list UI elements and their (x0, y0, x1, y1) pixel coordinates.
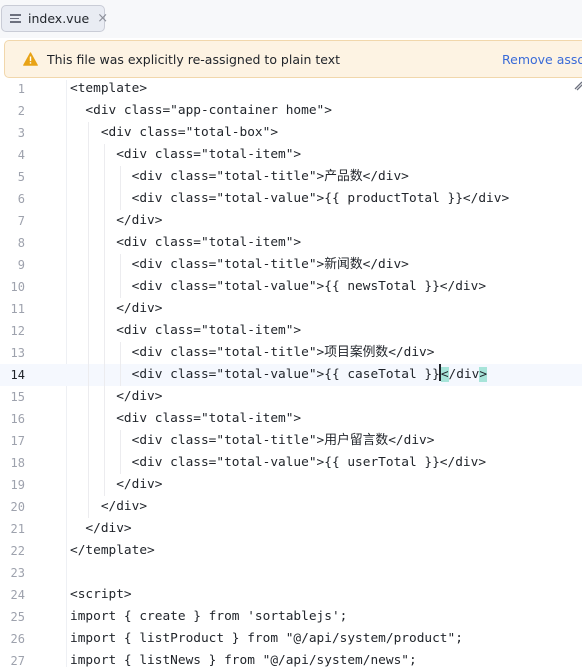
line-number: 1 (17, 82, 25, 96)
code-line[interactable]: 4 <div class="total-item"> (0, 144, 582, 166)
plain-text-notification-banner: This file was explicitly re-assigned to … (4, 40, 582, 78)
code-line[interactable]: 10 <div class="total-value">{{ newsTotal… (0, 276, 582, 298)
code-line[interactable]: 22 </template> (0, 540, 582, 562)
banner-message: This file was explicitly re-assigned to … (47, 51, 341, 67)
code-text: <div class="total-box"> (70, 125, 279, 140)
line-number: 9 (17, 258, 25, 272)
line-number: 26 (10, 632, 25, 646)
line-number: 5 (17, 170, 25, 184)
tab-index-vue[interactable]: index.vue × (1, 5, 108, 32)
code-text: </div> (70, 389, 163, 404)
code-text: <div class="total-value">{{ userTotal }}… (70, 455, 487, 470)
code-line[interactable]: 12 <div class="total-item"> (0, 320, 582, 342)
line-number: 13 (10, 346, 25, 360)
code-line[interactable]: 25 import { create } from 'sortablejs'; (0, 606, 582, 628)
line-number: 27 (10, 654, 25, 667)
code-line[interactable]: 16 <div class="total-item"> (0, 408, 582, 430)
code-line[interactable]: 18 <div class="total-value">{{ userTotal… (0, 452, 582, 474)
code-line[interactable]: 13 <div class="total-title">项目案例数</div> (0, 342, 582, 364)
code-line[interactable]: 26 import { listProduct } from "@/api/sys… (0, 628, 582, 650)
code-line[interactable]: 6 <div class="total-value">{{ productTot… (0, 188, 582, 210)
code-text: <div class="total-item"> (70, 323, 302, 338)
code-text: import { listNews } from "@/api/system/n… (70, 653, 417, 667)
code-text: <div class="app-container home"> (70, 103, 332, 118)
line-number: 8 (17, 236, 25, 250)
text-file-icon (10, 14, 21, 23)
line-number: 12 (10, 324, 25, 338)
line-number: 3 (17, 126, 25, 140)
code-text: <div class="total-value">{{ productTotal… (70, 191, 510, 206)
bracket-match: < (440, 367, 449, 382)
code-editor[interactable]: 1 <template> 2 <div class="app-container h… (0, 80, 582, 667)
code-line[interactable]: 15 </div> (0, 386, 582, 408)
code-text: <div class="total-item"> (70, 235, 302, 250)
code-text: <div class="total-value">{{ newsTotal }}… (70, 279, 487, 294)
code-line[interactable]: 21 </div> (0, 518, 582, 540)
line-number: 21 (10, 522, 25, 536)
code-line[interactable]: 24 <script> (0, 584, 582, 606)
line-number: 18 (10, 456, 25, 470)
code-line[interactable]: 1 <template> (0, 80, 582, 100)
code-line[interactable]: 7 </div> (0, 210, 582, 232)
code-text: <template> (70, 81, 148, 96)
code-text: <div class="total-item"> (70, 147, 302, 162)
code-text: </div> (70, 301, 163, 316)
code-line[interactable]: 3 <div class="total-box"> (0, 122, 582, 144)
code-line[interactable]: 2 <div class="app-container home"> (0, 100, 582, 122)
line-number: 20 (10, 500, 25, 514)
tab-label: index.vue (28, 11, 90, 26)
code-text: <div class="total-title">新闻数</div> (70, 257, 409, 272)
editor-tab-bar: index.vue × (0, 0, 582, 38)
line-number: 6 (17, 192, 25, 206)
code-line[interactable]: 8 <div class="total-item"> (0, 232, 582, 254)
remove-association-link[interactable]: Remove assoc (502, 52, 582, 67)
line-number: 10 (10, 280, 25, 294)
line-number: 2 (17, 104, 25, 118)
code-text: <script> (70, 587, 132, 602)
line-number: 19 (10, 478, 25, 492)
line-number: 15 (10, 390, 25, 404)
code-line[interactable]: 27 import { listNews } from "@/api/system… (0, 650, 582, 667)
code-text: <div class="total-value">{{ caseTotal }}… (70, 364, 488, 386)
line-number: 14 (10, 368, 25, 382)
code-text: import { create } from 'sortablejs'; (70, 609, 348, 624)
close-icon[interactable]: × (97, 12, 108, 25)
code-line[interactable]: 23 (0, 562, 582, 584)
code-line[interactable]: 9 <div class="total-title">新闻数</div> (0, 254, 582, 276)
code-line[interactable]: 11 </div> (0, 298, 582, 320)
line-number: 23 (10, 566, 25, 580)
line-number: 25 (10, 610, 25, 624)
line-number: 16 (10, 412, 25, 426)
code-text: <div class="total-title">项目案例数</div> (70, 345, 435, 360)
code-text: </div> (70, 499, 148, 514)
code-line[interactable]: 14 <div class="total-value">{{ caseTotal… (0, 364, 582, 386)
code-line[interactable]: 19 </div> (0, 474, 582, 496)
code-text: <div class="total-title">产品数</div> (70, 169, 409, 184)
bracket-match: > (479, 367, 488, 382)
line-number: 7 (17, 214, 25, 228)
line-number: 11 (10, 302, 25, 316)
code-text: <div class="total-item"> (70, 411, 302, 426)
code-line[interactable]: 5 <div class="total-title">产品数</div> (0, 166, 582, 188)
code-text: </div> (70, 477, 163, 492)
line-number: 22 (10, 544, 25, 558)
code-text: import { listProduct } from "@/api/syste… (70, 631, 463, 646)
code-line[interactable]: 20 </div> (0, 496, 582, 518)
code-line[interactable]: 17 <div class="total-title">用户留言数</div> (0, 430, 582, 452)
code-text: </template> (70, 543, 155, 558)
code-text: <div class="total-title">用户留言数</div> (70, 433, 435, 448)
line-number: 17 (10, 434, 25, 448)
line-number: 4 (17, 148, 25, 162)
reader-mode-icon[interactable] (574, 81, 582, 91)
code-text: </div> (70, 213, 163, 228)
warning-icon (23, 52, 38, 66)
code-text: </div> (70, 521, 132, 536)
line-number: 24 (10, 588, 25, 602)
